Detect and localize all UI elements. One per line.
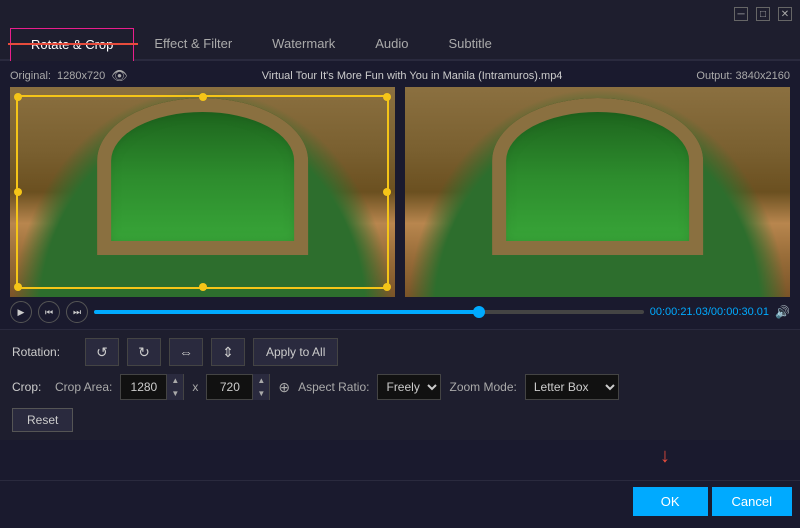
rotate-left-button[interactable]: ↺ (85, 338, 119, 366)
aspect-ratio-label: Aspect Ratio: (298, 380, 369, 394)
bottom-area: ↓ (0, 440, 800, 480)
crop-row: Crop: Crop Area: ▲ ▼ x ▲ ▼ ⊕ Aspect Rati… (12, 374, 788, 400)
flip-vertical-button[interactable]: ⇕ (211, 338, 245, 366)
original-preview-panel (10, 87, 395, 297)
center-icon[interactable]: ⊕ (278, 379, 290, 396)
info-bar: Original: 1280x720 👁 Virtual Tour It's M… (10, 65, 790, 87)
maximize-button[interactable]: □ (756, 7, 770, 21)
tab-audio[interactable]: Audio (355, 28, 428, 59)
down-arrow-indicator: ↓ (660, 445, 670, 468)
crop-width-input[interactable] (121, 380, 166, 394)
height-increment-button[interactable]: ▲ (253, 374, 269, 387)
volume-icon[interactable]: 🔊 (775, 305, 790, 319)
apply-to-all-button[interactable]: Apply to All (253, 338, 338, 366)
height-spinners: ▲ ▼ (252, 374, 269, 400)
output-res-container: Output: 3840x2160 (696, 70, 790, 82)
minimize-button[interactable]: ─ (734, 7, 748, 21)
cancel-button[interactable]: Cancel (712, 487, 792, 516)
width-spinners: ▲ ▼ (166, 374, 183, 400)
ok-button[interactable]: OK (633, 487, 708, 516)
tab-watermark[interactable]: Watermark (252, 28, 355, 59)
total-time: 00:00:30.01 (711, 306, 769, 318)
output-arch-frame (492, 98, 704, 256)
original-res-container: Original: 1280x720 👁 (10, 68, 128, 84)
eye-icon[interactable]: 👁 (111, 68, 128, 84)
title-bar: ─ □ ✕ (0, 0, 800, 28)
play-button[interactable]: ▶ (10, 301, 32, 323)
rotation-row: Rotation: ↺ ↻ ⇔ ⇕ Apply to All (12, 338, 788, 366)
seek-bar[interactable] (94, 310, 644, 314)
controls-area: Rotation: ↺ ↻ ⇔ ⇕ Apply to All Crop: Cro… (0, 329, 800, 440)
zoom-mode-label: Zoom Mode: (449, 380, 516, 394)
width-increment-button[interactable]: ▲ (167, 374, 183, 387)
footer: OK Cancel (0, 480, 800, 522)
original-label: Original: (10, 70, 51, 82)
tab-subtitle[interactable]: Subtitle (429, 28, 512, 59)
original-resolution: 1280x720 (57, 70, 105, 82)
width-decrement-button[interactable]: ▼ (167, 387, 183, 400)
time-display: 00:00:21.03/00:00:30.01 (650, 306, 769, 318)
seek-fill (94, 310, 479, 314)
seek-thumb[interactable] (473, 306, 485, 318)
flip-horizontal-button[interactable]: ⇔ (169, 338, 203, 366)
main-area: Original: 1280x720 👁 Virtual Tour It's M… (0, 61, 800, 329)
crop-height-input-wrap: ▲ ▼ (206, 374, 270, 400)
reset-button[interactable]: Reset (12, 408, 73, 432)
current-time: 00:00:21.03 (650, 306, 708, 318)
prev-button[interactable]: ⏮ (38, 301, 60, 323)
output-preview-panel (405, 87, 790, 297)
tab-effect-filter[interactable]: Effect & Filter (134, 28, 252, 59)
dimension-separator: x (192, 380, 198, 394)
next-button[interactable]: ⏭ (66, 301, 88, 323)
playback-bar: ▶ ⏮ ⏭ 00:00:21.03/00:00:30.01 🔊 (10, 297, 790, 325)
output-resolution: 3840x2160 (736, 70, 790, 82)
tab-rotate-crop[interactable]: Rotate & Crop (10, 28, 134, 61)
crop-width-input-wrap: ▲ ▼ (120, 374, 184, 400)
preview-area (10, 87, 790, 297)
rotation-label: Rotation: (12, 345, 77, 359)
crop-label: Crop: (12, 380, 47, 394)
tab-bar: Rotate & Crop Effect & Filter Watermark … (0, 28, 800, 61)
filename: Virtual Tour It's More Fun with You in M… (262, 70, 563, 82)
rotate-right-button[interactable]: ↻ (127, 338, 161, 366)
crop-height-input[interactable] (207, 380, 252, 394)
zoom-mode-dropdown[interactable]: Letter Box Pan & Scan Full (525, 374, 619, 400)
original-video-thumbnail (10, 87, 395, 297)
crop-area-label: Crop Area: (55, 380, 112, 394)
close-button[interactable]: ✕ (778, 7, 792, 21)
aspect-ratio-dropdown[interactable]: Freely 16:9 4:3 1:1 (377, 374, 441, 400)
height-decrement-button[interactable]: ▼ (253, 387, 269, 400)
red-arrow-indicator (8, 43, 138, 45)
arch-frame (97, 98, 309, 256)
output-video-thumbnail (405, 87, 790, 297)
output-label: Output: (696, 70, 735, 82)
